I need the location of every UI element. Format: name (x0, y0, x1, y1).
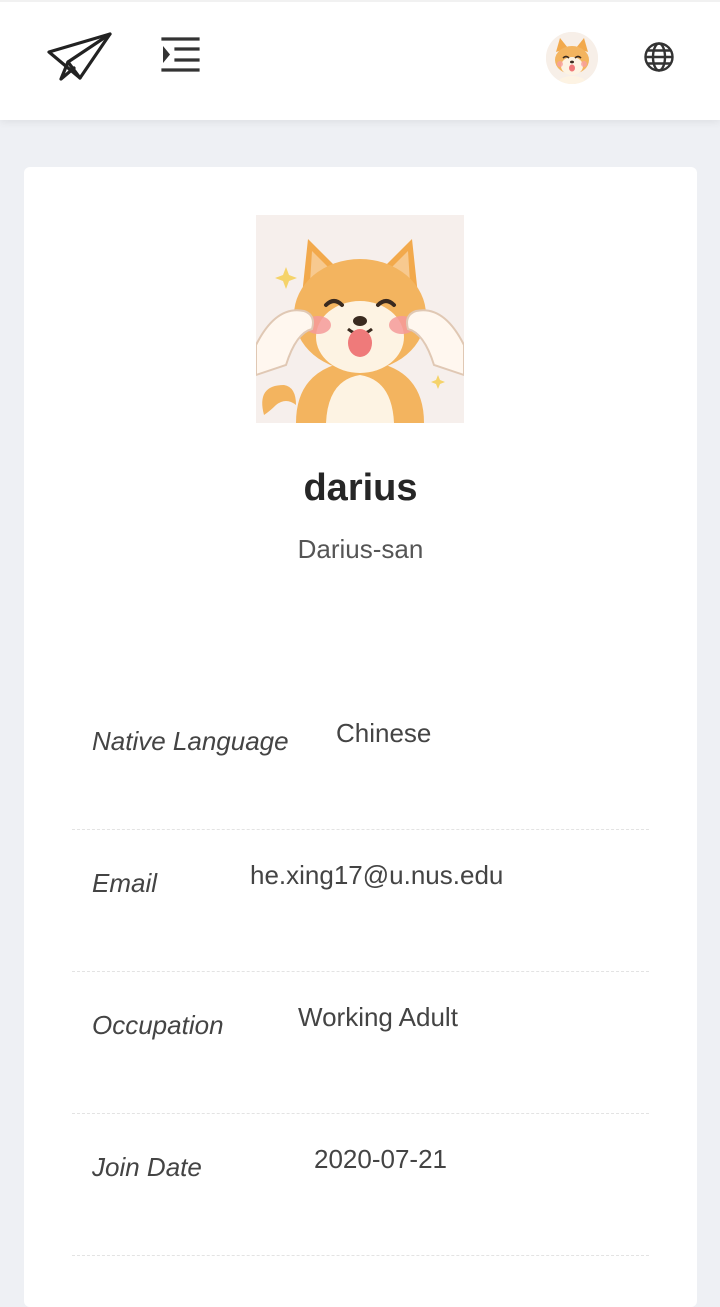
detail-row-join-date: Join Date 2020-07-21 (72, 1113, 649, 1256)
globe-icon[interactable] (642, 40, 676, 74)
username: darius (303, 467, 418, 509)
detail-value: Working Adult (298, 1002, 458, 1032)
detail-label: Native Language (92, 726, 289, 756)
nickname: Darius-san (297, 534, 424, 564)
detail-row-email: Email he.xing17@u.nus.edu (72, 829, 649, 972)
detail-value: he.xing17@u.nus.edu (250, 860, 504, 890)
user-avatar[interactable] (546, 32, 598, 84)
detail-row-native-language: Native Language Chinese (72, 687, 649, 830)
profile-picture (256, 215, 464, 423)
detail-label: Join Date (92, 1152, 202, 1182)
top-navbar (0, 0, 720, 120)
paper-plane-icon[interactable] (44, 28, 116, 86)
detail-value: Chinese (336, 718, 432, 748)
indent-menu-icon[interactable] (158, 35, 202, 75)
detail-row-occupation: Occupation Working Adult (72, 971, 649, 1114)
detail-value: 2020-07-21 (314, 1144, 447, 1174)
detail-label: Email (92, 868, 158, 898)
detail-label: Occupation (92, 1010, 224, 1040)
profile-card: darius Darius-san Native Language Chines… (24, 167, 697, 1307)
